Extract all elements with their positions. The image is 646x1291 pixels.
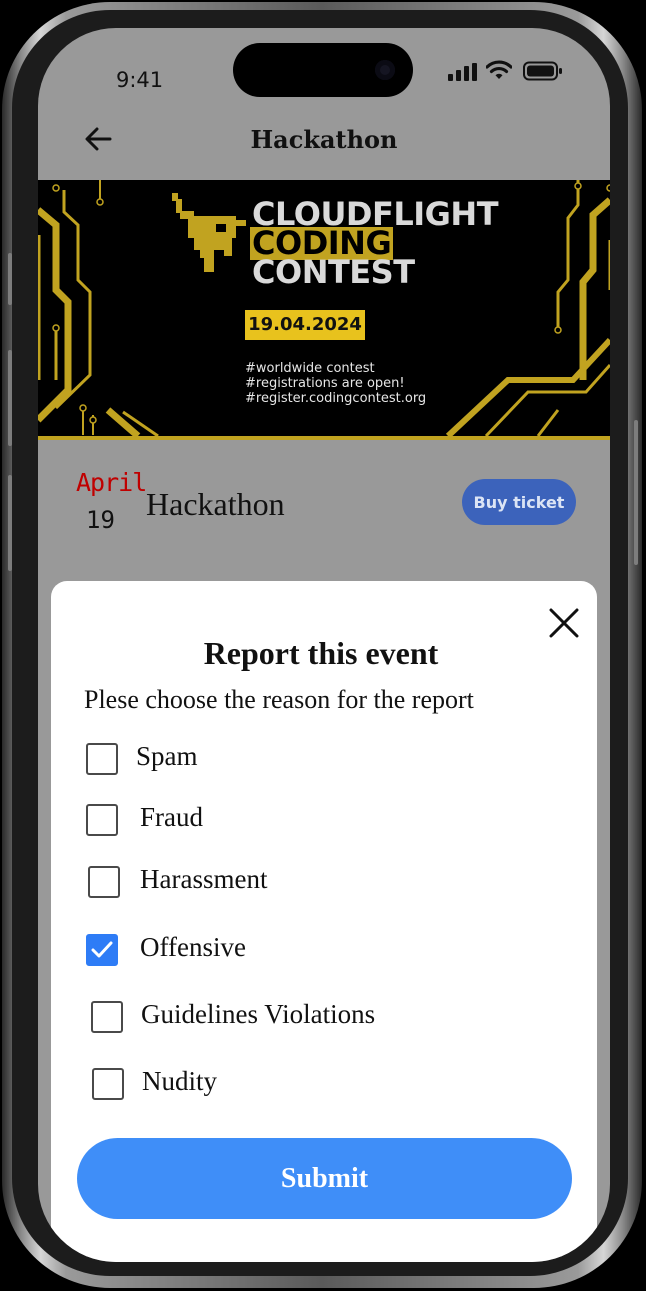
camera-icon	[375, 60, 395, 80]
event-day: 19	[86, 506, 115, 534]
banner-tagline: #worldwide contest	[245, 361, 375, 376]
event-banner-image: CLOUDFLIGHT CODING CONTEST 19.04.2024 #w…	[38, 180, 610, 440]
page-title: Hackathon	[250, 125, 398, 154]
checkmark-icon	[91, 941, 113, 958]
battery-icon	[523, 61, 562, 81]
event-month: April	[76, 468, 147, 497]
checkbox[interactable]	[86, 743, 118, 775]
status-time: 9:41	[116, 68, 164, 92]
checkbox[interactable]	[92, 1068, 124, 1100]
banner-tagline: #registrations are open!	[245, 376, 405, 391]
option-label: Harassment	[140, 864, 268, 894]
checkbox-checked[interactable]	[86, 934, 118, 966]
modal-subtitle: Plese choose the reason for the report	[84, 685, 474, 714]
checkbox[interactable]	[91, 1001, 123, 1033]
screen: 9:41 Hackathon CLOUDFLIGHT CODING CONTES…	[38, 28, 610, 1262]
submit-button[interactable]: Submit	[77, 1138, 572, 1219]
wifi-icon	[486, 60, 512, 79]
modal-title: Report this event	[203, 635, 439, 671]
checkbox[interactable]	[86, 804, 118, 836]
event-name: Hackathon	[146, 486, 285, 522]
option-label: Offensive	[140, 932, 246, 962]
banner-date: 19.04.2024	[245, 310, 365, 340]
checkbox[interactable]	[88, 866, 120, 898]
banner-tagline: #register.codingcontest.org	[245, 391, 427, 406]
option-label: Spam	[136, 741, 198, 771]
bull-logo-icon	[172, 193, 246, 272]
report-modal: Report this event Plese choose the reaso…	[51, 581, 597, 1262]
dynamic-island	[233, 43, 413, 97]
close-icon[interactable]	[549, 608, 579, 638]
option-label: Nudity	[142, 1066, 218, 1096]
option-label: Fraud	[140, 802, 203, 832]
power-button	[634, 420, 638, 565]
banner-title-line3: CONTEST	[252, 253, 415, 291]
option-label: Guidelines Violations	[141, 999, 376, 1029]
cellular-signal-icon	[448, 63, 477, 81]
banner-divider	[38, 436, 610, 440]
buy-ticket-button[interactable]: Buy ticket	[462, 479, 576, 525]
